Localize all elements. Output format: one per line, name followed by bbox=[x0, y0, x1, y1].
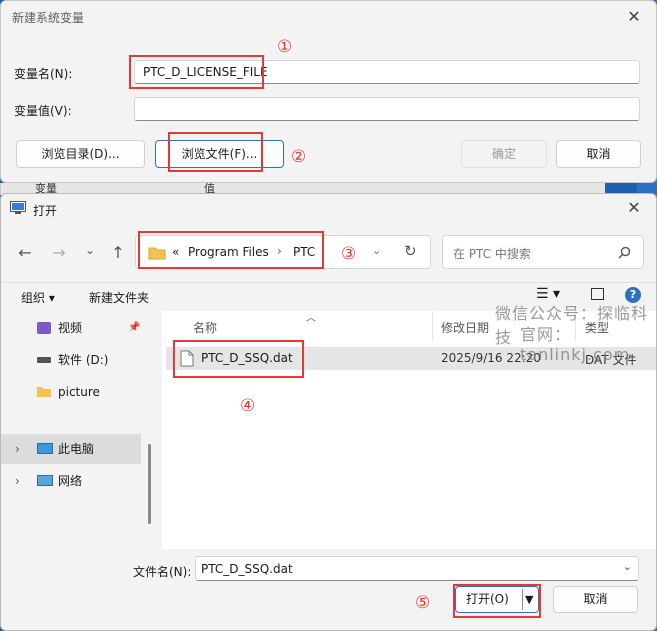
annotation-2: ② bbox=[291, 147, 307, 167]
open-button[interactable]: 打开(O) ▼ bbox=[455, 586, 539, 613]
new-folder-button[interactable]: 新建文件夹 bbox=[89, 289, 149, 306]
annotation-3: ③ bbox=[341, 244, 357, 264]
variable-name-field[interactable]: PTC_D_LICENSE_FILE bbox=[134, 60, 640, 84]
search-icon bbox=[618, 246, 631, 259]
sort-chevron-icon: ︿ bbox=[306, 313, 316, 324]
variable-value-label: 变量值(V): bbox=[14, 104, 72, 118]
new-system-variable-dialog: 新建系统变量 ✕ 变量名(N): PTC_D_LICENSE_FILE 变量值(… bbox=[0, 0, 657, 183]
filename-dropdown-icon[interactable]: ⌄ bbox=[623, 560, 632, 573]
back-arrow-icon[interactable]: ← bbox=[15, 243, 35, 262]
search-placeholder: 在 PTC 中搜索 bbox=[453, 247, 531, 261]
sidebar-item-network[interactable]: › 网络 bbox=[1, 466, 141, 496]
close-icon[interactable]: ✕ bbox=[624, 7, 644, 26]
open-button-label: 打开(O) bbox=[466, 592, 509, 606]
network-icon bbox=[37, 475, 53, 486]
refresh-icon[interactable]: ↻ bbox=[404, 242, 417, 260]
forward-arrow-icon[interactable]: → bbox=[49, 243, 69, 262]
ok-button[interactable]: 确定 bbox=[461, 140, 547, 168]
open-file-dialog: 打开 ✕ ← → ⌄ ↑ « Program Files › PTC ⌄ ↻ 在… bbox=[0, 193, 657, 631]
app-icon bbox=[10, 201, 26, 214]
watermark-line-2: 官网：tanlinkj.com bbox=[520, 325, 631, 364]
breadcrumb-separator-icon: › bbox=[277, 244, 282, 258]
browse-directory-button[interactable]: 浏览目录(D)... bbox=[16, 140, 145, 168]
drive-icon bbox=[37, 357, 51, 363]
sidebar-item-label: 视频 bbox=[58, 321, 83, 335]
sidebar-item-drive-d[interactable]: 软件 (D:) bbox=[1, 345, 141, 375]
variable-name-value: PTC_D_LICENSE_FILE bbox=[143, 65, 268, 79]
folder-icon bbox=[37, 387, 51, 397]
column-header-name[interactable]: 名称 bbox=[193, 319, 217, 336]
variable-name-label: 变量名(N): bbox=[14, 67, 73, 81]
recent-chevron-icon[interactable]: ⌄ bbox=[80, 243, 100, 257]
annotation-5: ⑤ bbox=[415, 593, 431, 613]
dialog-title: 打开 bbox=[33, 204, 58, 218]
annotation-1: ① bbox=[277, 37, 293, 57]
sidebar-item-label: 软件 (D:) bbox=[58, 353, 109, 367]
column-header-modified[interactable]: 修改日期 bbox=[441, 319, 489, 336]
breadcrumb-item-program-files[interactable]: Program Files bbox=[188, 245, 269, 259]
video-folder-icon bbox=[37, 322, 51, 334]
organize-label: 组织 bbox=[21, 291, 46, 305]
expand-chevron-icon[interactable]: › bbox=[15, 434, 20, 464]
dialog-footer: 文件名(N): PTC_D_SSQ.dat ⌄ 打开(O) ▼ 取消 bbox=[1, 549, 656, 630]
up-arrow-icon[interactable]: ↑ bbox=[108, 243, 128, 262]
folder-icon bbox=[148, 247, 166, 260]
organize-menu[interactable]: 组织 ▾ bbox=[21, 289, 55, 306]
sidebar-item-label: 网络 bbox=[58, 474, 83, 488]
pin-icon: 📌 bbox=[128, 322, 141, 333]
file-icon bbox=[180, 350, 194, 367]
toolbar-separator bbox=[1, 282, 656, 283]
sidebar-item-this-pc[interactable]: › 此电脑 bbox=[1, 434, 141, 464]
dialog-title: 新建系统变量 bbox=[12, 11, 85, 25]
cancel-button[interactable]: 取消 bbox=[553, 586, 638, 613]
browse-file-button[interactable]: 浏览文件(F)... bbox=[155, 140, 284, 168]
breadcrumb-prefix: « bbox=[172, 245, 180, 259]
search-box[interactable]: 在 PTC 中搜索 bbox=[442, 235, 644, 269]
column-divider bbox=[432, 311, 433, 341]
computer-icon bbox=[37, 443, 53, 454]
address-bar[interactable]: « Program Files › PTC ⌄ ↻ bbox=[135, 235, 431, 269]
close-icon[interactable]: ✕ bbox=[624, 198, 644, 217]
sidebar-scrollbar[interactable] bbox=[148, 444, 151, 524]
filename-input[interactable]: PTC_D_SSQ.dat ⌄ bbox=[195, 556, 639, 581]
file-name: PTC_D_SSQ.dat bbox=[201, 351, 293, 365]
preview-pane-icon[interactable] bbox=[591, 288, 604, 300]
breadcrumb-item-ptc[interactable]: PTC bbox=[293, 245, 315, 259]
filename-label: 文件名(N): bbox=[133, 565, 192, 579]
navigation-pane: 视频 📌 软件 (D:) picture › 此电脑 › 网络 bbox=[1, 311, 151, 549]
sidebar-item-label: 此电脑 bbox=[58, 442, 95, 456]
annotation-4: ④ bbox=[240, 396, 256, 416]
address-dropdown-icon[interactable]: ⌄ bbox=[372, 244, 381, 257]
sidebar-item-label: picture bbox=[58, 385, 100, 399]
variable-value-field[interactable] bbox=[134, 97, 640, 121]
open-dropdown-icon[interactable]: ▼ bbox=[525, 587, 533, 612]
split-divider bbox=[522, 589, 523, 610]
expand-chevron-icon[interactable]: › bbox=[15, 466, 20, 496]
sidebar-item-videos[interactable]: 视频 📌 bbox=[1, 313, 141, 343]
filename-value: PTC_D_SSQ.dat bbox=[201, 562, 293, 576]
cancel-button[interactable]: 取消 bbox=[556, 140, 641, 168]
sidebar-item-picture[interactable]: picture bbox=[1, 377, 141, 407]
